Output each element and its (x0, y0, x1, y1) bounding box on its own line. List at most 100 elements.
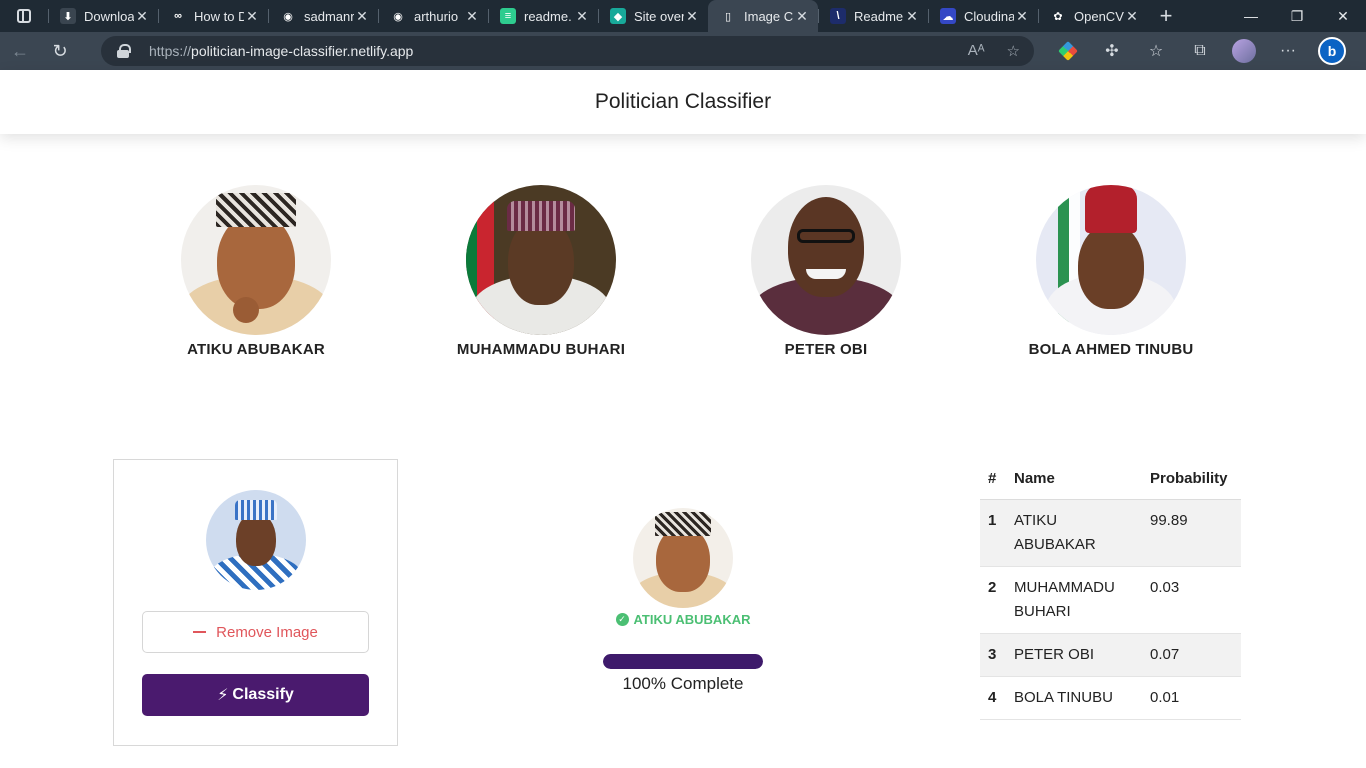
url-field[interactable]: https://politician-image-classifier.netl… (101, 36, 1034, 66)
politician-name: MUHAMMADU BUHARI (456, 341, 626, 358)
url-host: politician-image-classifier.netlify.app (191, 43, 414, 59)
extension-colorful-icon[interactable] (1046, 32, 1090, 70)
rank-cell: 4 (980, 676, 1006, 720)
politician-photo-tinubu (1036, 185, 1186, 335)
politician-cards: ATIKU ABUBAKAR MUHAMMADU BUHARI PETER OB… (0, 185, 1366, 365)
browser-tab[interactable]: ≡ readme. ✕ (488, 0, 598, 32)
tab-favicon-icon: ◉ (280, 8, 296, 24)
table-row: 4 BOLA TINUBU 0.01 (980, 676, 1241, 720)
tab-close-icon[interactable]: ✕ (1124, 8, 1140, 25)
read-aloud-icon[interactable]: Aᴬ (968, 42, 985, 60)
tab-favicon-icon: ⬇ (60, 8, 76, 24)
favorites-icon[interactable]: ☆ (1134, 32, 1178, 70)
page: Politician Classifier ATIKU ABUBAKAR MUH… (0, 70, 1366, 768)
probability-cell: 0.03 (1142, 566, 1241, 634)
profile-avatar[interactable] (1222, 32, 1266, 70)
favorite-star-icon[interactable]: ☆ (1007, 42, 1020, 60)
tab-close-icon[interactable]: ✕ (904, 8, 920, 25)
upload-panel: Remove Image ⚡ Classify (113, 459, 398, 746)
browser-tab[interactable]: ∞ How to D ✕ (158, 0, 268, 32)
tab-title: arthurio (414, 8, 459, 24)
minimize-icon[interactable]: — (1228, 0, 1274, 32)
table-row: 3 PETER OBI 0.07 (980, 633, 1241, 677)
tab-close-icon[interactable]: ✕ (244, 8, 260, 25)
browser-tab-bar: ⬇ Downloa ✕ ∞ How to D ✕ ◉ sadmanr ✕ ◉ arthurio ✕ ≡ r… (0, 0, 1366, 32)
tab-title: readme. (524, 8, 572, 24)
tab-close-icon[interactable]: ✕ (464, 8, 480, 25)
column-header: Probability (1142, 459, 1241, 500)
top-navbar: Politician Classifier (0, 70, 1366, 134)
tab-close-icon[interactable]: ✕ (1014, 8, 1030, 25)
extensions-puzzle-icon[interactable]: ✣ (1090, 32, 1134, 70)
result-image (633, 508, 733, 608)
tab-favicon-icon: \ (830, 8, 846, 24)
name-cell: BOLA TINUBU (1006, 676, 1142, 720)
window-controls: — ❐ ✕ (1228, 0, 1366, 32)
tab-title: Cloudina (964, 8, 1014, 24)
classify-button[interactable]: ⚡ Classify (142, 674, 369, 716)
progress-text: 100% Complete (622, 674, 744, 693)
tab-favicon-icon: ✿ (1050, 8, 1066, 24)
tab-close-icon[interactable]: ✕ (354, 8, 370, 25)
tab-favicon-icon: ◆ (610, 8, 626, 24)
uploaded-image-preview (206, 490, 306, 590)
tab-actions-icon[interactable] (0, 0, 48, 32)
politician-card: MUHAMMADU BUHARI (421, 185, 661, 358)
politician-card: PETER OBI (706, 185, 946, 358)
browser-tab[interactable]: ◉ sadmanr ✕ (268, 0, 378, 32)
tab-close-icon[interactable]: ✕ (574, 8, 590, 25)
tab-close-icon[interactable]: ✕ (134, 8, 150, 25)
politician-photo-obi (751, 185, 901, 335)
tab-close-icon[interactable]: ✕ (794, 8, 810, 25)
progress-bar (603, 654, 763, 669)
url-protocol: https:// (149, 43, 192, 59)
remove-image-label: Remove Image (216, 623, 318, 641)
page-title: Politician Classifier (594, 90, 772, 113)
progress-fill (603, 654, 763, 669)
tab-title: sadmanr (304, 8, 354, 24)
tab-close-icon[interactable]: ✕ (684, 8, 700, 25)
browser-tab[interactable]: ◆ Site over ✕ (598, 0, 708, 32)
browser-tab[interactable]: \ Readme ✕ (818, 0, 928, 32)
tab-favicon-icon: ≡ (500, 8, 516, 24)
browser-tab[interactable]: ✿ OpenCV ✕ (1038, 0, 1148, 32)
probability-cell: 0.07 (1142, 633, 1241, 677)
predicted-label: ✓ ATIKU ABUBAKAR (583, 612, 783, 627)
tab-title: Image C (744, 8, 794, 24)
collections-icon[interactable]: ⧉ (1178, 32, 1222, 70)
predicted-name: ATIKU ABUBAKAR (633, 612, 751, 627)
browser-tab[interactable]: ▯ Image C ✕ (708, 0, 818, 32)
more-menu-icon[interactable]: ··· (1266, 32, 1310, 70)
table-row: 1 ATIKU ABUBAKAR 99.89 (980, 499, 1241, 567)
minus-icon (193, 631, 207, 633)
table-row: 2 MUHAMMADU BUHARI 0.03 (980, 566, 1241, 634)
browser-toolbar: ✣ ☆ ⧉ ··· b (1046, 32, 1354, 70)
column-header: Name (1006, 459, 1142, 500)
check-circle-icon: ✓ (615, 613, 629, 626)
rank-cell: 2 (980, 566, 1006, 634)
politician-photo-atiku (181, 185, 331, 335)
browser-tab[interactable]: ⬇ Downloa ✕ (48, 0, 158, 32)
refresh-icon[interactable]: ↻ (40, 32, 80, 70)
lock-icon[interactable] (117, 44, 131, 58)
browser-tab[interactable]: ☁ Cloudina ✕ (928, 0, 1038, 32)
politician-name: PETER OBI (784, 341, 868, 358)
new-tab-button[interactable]: + (1148, 0, 1184, 32)
politician-card: ATIKU ABUBAKAR (136, 185, 376, 358)
browser-tab[interactable]: ◉ arthurio ✕ (378, 0, 488, 32)
close-window-icon[interactable]: ✕ (1320, 0, 1366, 32)
tab-title: OpenCV (1074, 8, 1124, 24)
rank-cell: 1 (980, 499, 1006, 567)
remove-image-button[interactable]: Remove Image (142, 611, 369, 653)
tab-favicon-icon: ▯ (720, 8, 736, 24)
tab-title: Downloa (84, 8, 134, 24)
back-arrow-icon[interactable]: ← (0, 32, 40, 70)
tab-title: Readme (854, 8, 904, 24)
lightning-bolt-icon: ⚡ (217, 687, 229, 704)
bing-icon[interactable]: b (1310, 32, 1354, 70)
politician-card: BOLA AHMED TINUBU (991, 185, 1231, 358)
name-cell: ATIKU ABUBAKAR (1006, 499, 1142, 567)
restore-icon[interactable]: ❐ (1274, 0, 1320, 32)
politician-photo-buhari (466, 185, 616, 335)
column-header: # (980, 459, 1006, 500)
